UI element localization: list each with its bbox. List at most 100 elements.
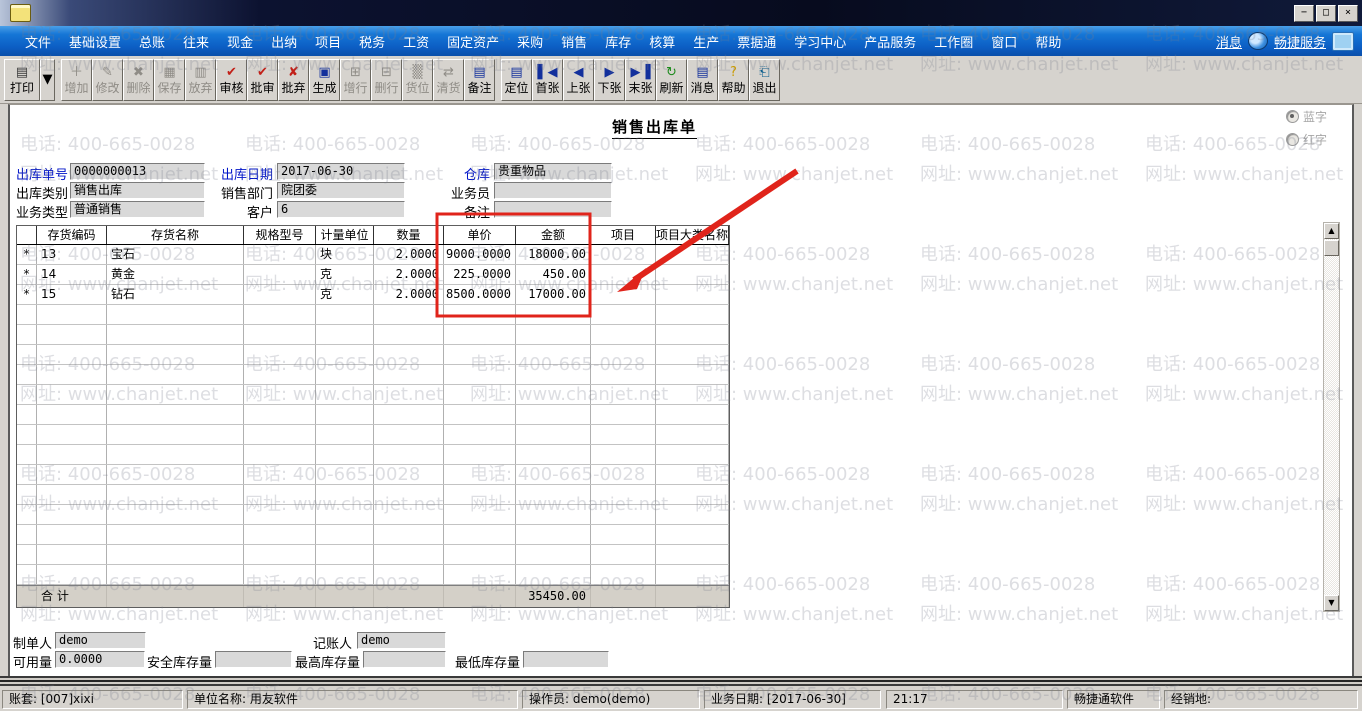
grid-cell-qty[interactable]: [374, 345, 444, 364]
grid-cell-amount[interactable]: [516, 465, 591, 484]
grid-cell-amount[interactable]: [516, 345, 591, 364]
grid-cell-name[interactable]: [107, 445, 244, 464]
grid-cell-mark[interactable]: [17, 465, 37, 484]
menu-item-出纳[interactable]: 出纳: [262, 28, 306, 55]
grid-cell-mark[interactable]: [17, 405, 37, 424]
toolbar-button-generate[interactable]: ▣ 生成: [309, 59, 340, 101]
grid-cell-amount[interactable]: [516, 325, 591, 344]
grid-cell-project[interactable]: [591, 545, 656, 564]
menu-item-文件[interactable]: 文件: [16, 28, 60, 55]
grid-cell-spec[interactable]: [244, 365, 316, 384]
vertical-scrollbar[interactable]: ▲ ▼: [1323, 222, 1340, 612]
grid-cell-name[interactable]: [107, 405, 244, 424]
grid-cell-project_class[interactable]: [656, 485, 729, 504]
grid-cell-mark[interactable]: [17, 505, 37, 524]
grid-cell-unit[interactable]: [316, 545, 374, 564]
close-button[interactable]: ×: [1338, 5, 1358, 22]
grid-cell-qty[interactable]: [374, 365, 444, 384]
field-input-warehouse[interactable]: 贵重物品: [494, 163, 612, 180]
grid-cell-code[interactable]: [37, 545, 107, 564]
grid-cell-project[interactable]: [591, 345, 656, 364]
grid-cell-name[interactable]: [107, 365, 244, 384]
menu-item-固定资产[interactable]: 固定资产: [438, 28, 508, 55]
grid-cell-qty[interactable]: [374, 545, 444, 564]
grid-cell-name[interactable]: [107, 305, 244, 324]
menu-item-总账[interactable]: 总账: [130, 28, 174, 55]
grid-cell-name[interactable]: [107, 465, 244, 484]
grid-cell-mark[interactable]: [17, 565, 37, 584]
grid-cell-amount[interactable]: 18000.00: [516, 245, 591, 264]
grid-cell-code[interactable]: 15: [37, 285, 107, 304]
grid-cell-project_class[interactable]: [656, 525, 729, 544]
grid-cell-unit[interactable]: [316, 445, 374, 464]
grid-cell-unit[interactable]: 克: [316, 265, 374, 284]
toolbar-button-locate[interactable]: ▤ 定位: [501, 59, 532, 101]
grid-cell-spec[interactable]: [244, 485, 316, 504]
menu-item-现金[interactable]: 现金: [218, 28, 262, 55]
grid-cell-mark[interactable]: [17, 385, 37, 404]
menu-item-工资[interactable]: 工资: [394, 28, 438, 55]
toolbar-button-note[interactable]: ▤ 备注: [464, 59, 495, 101]
grid-cell-project_class[interactable]: [656, 305, 729, 324]
grid-cell-code[interactable]: [37, 365, 107, 384]
grid-cell-amount[interactable]: 17000.00: [516, 285, 591, 304]
grid-cell-project_class[interactable]: [656, 445, 729, 464]
grid-cell-code[interactable]: [37, 425, 107, 444]
toolbar-button-exit[interactable]: ⎗ 退出: [749, 59, 780, 101]
grid-cell-project[interactable]: [591, 305, 656, 324]
grid-cell-name[interactable]: [107, 565, 244, 584]
grid-cell-project[interactable]: [591, 465, 656, 484]
menu-item-税务[interactable]: 税务: [350, 28, 394, 55]
link-畅捷服务[interactable]: 畅捷服务: [1274, 32, 1326, 51]
grid-cell-project_class[interactable]: [656, 405, 729, 424]
toolbar-button-clear-goods[interactable]: ⇄ 清货: [433, 59, 464, 101]
grid-cell-amount[interactable]: 450.00: [516, 265, 591, 284]
grid-cell-code[interactable]: [37, 405, 107, 424]
grid-cell-mark[interactable]: [17, 525, 37, 544]
grid-cell-code[interactable]: [37, 525, 107, 544]
grid-cell-spec[interactable]: [244, 465, 316, 484]
toolbar-button-last[interactable]: ▶▐ 末张: [625, 59, 656, 101]
grid-cell-qty[interactable]: [374, 405, 444, 424]
toolbar-button-edit[interactable]: ✎ 修改: [92, 59, 123, 101]
grid-cell-spec[interactable]: [244, 525, 316, 544]
grid-cell-unit[interactable]: [316, 425, 374, 444]
field-input-remark[interactable]: [494, 201, 612, 218]
grid-cell-project_class[interactable]: [656, 325, 729, 344]
grid-cell-mark[interactable]: [17, 485, 37, 504]
grid-cell-mark[interactable]: [17, 305, 37, 324]
grid-cell-price[interactable]: [444, 345, 516, 364]
menu-item-基础设置[interactable]: 基础设置: [60, 28, 130, 55]
toolbar-button-prev[interactable]: ◀ 上张: [563, 59, 594, 101]
grid-cell-project[interactable]: [591, 505, 656, 524]
menu-item-工作圈[interactable]: 工作圈: [925, 28, 982, 55]
grid-cell-unit[interactable]: [316, 365, 374, 384]
toolbar-button-add-row[interactable]: ⊞ 增行: [340, 59, 371, 101]
field-input-customer[interactable]: 6: [277, 201, 405, 218]
grid-cell-spec[interactable]: [244, 305, 316, 324]
grid-cell-mark[interactable]: *: [17, 245, 37, 264]
grid-cell-price[interactable]: 225.0000: [444, 265, 516, 284]
grid-cell-project_class[interactable]: [656, 365, 729, 384]
grid-cell-project_class[interactable]: [656, 545, 729, 564]
field-input-salesman[interactable]: [494, 182, 612, 199]
grid-cell-price[interactable]: [444, 365, 516, 384]
grid-cell-amount[interactable]: [516, 385, 591, 404]
grid-cell-unit[interactable]: [316, 505, 374, 524]
grid-cell-unit[interactable]: [316, 525, 374, 544]
grid-cell-spec[interactable]: [244, 245, 316, 264]
grid-cell-qty[interactable]: [374, 305, 444, 324]
grid-cell-amount[interactable]: [516, 405, 591, 424]
grid-cell-spec[interactable]: [244, 425, 316, 444]
menu-item-票据通[interactable]: 票据通: [728, 28, 785, 55]
grid-cell-project_class[interactable]: [656, 385, 729, 404]
grid-cell-mark[interactable]: [17, 365, 37, 384]
toolbar-button-print-dropdown[interactable]: ▼: [40, 59, 55, 101]
message-cloud-icon[interactable]: [1247, 32, 1268, 50]
grid-cell-spec[interactable]: [244, 565, 316, 584]
grid-cell-price[interactable]: [444, 505, 516, 524]
grid-cell-mark[interactable]: *: [17, 265, 37, 284]
grid-cell-qty[interactable]: [374, 325, 444, 344]
grid-cell-code[interactable]: [37, 385, 107, 404]
grid-cell-project[interactable]: [591, 445, 656, 464]
